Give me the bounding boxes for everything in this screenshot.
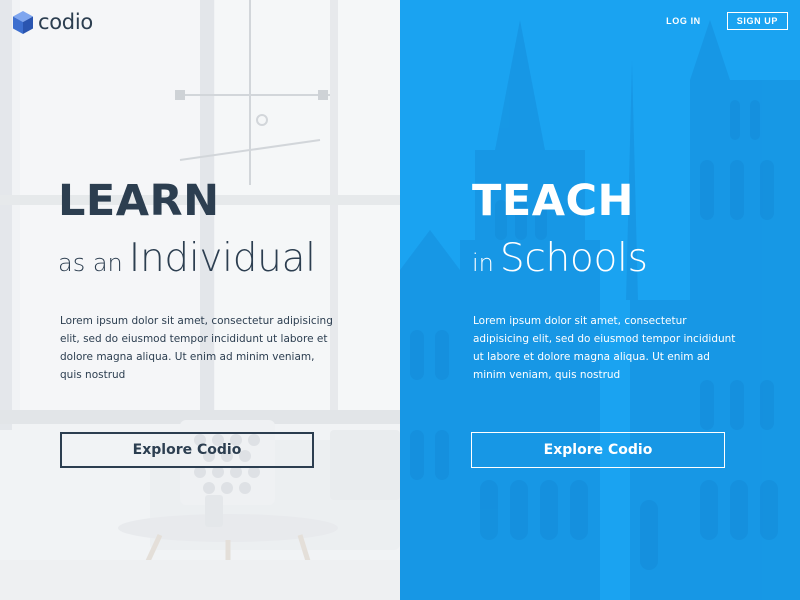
teach-heading: TEACH bbox=[472, 176, 635, 226]
learn-description: Lorem ipsum dolor sit amet, consectetur … bbox=[60, 315, 333, 381]
brand-name: codio bbox=[38, 10, 93, 34]
light-overlay bbox=[0, 0, 400, 600]
learn-subheading: as an Individual bbox=[58, 239, 316, 278]
codio-logo[interactable]: codio bbox=[12, 10, 93, 35]
blue-overlay bbox=[400, 0, 800, 600]
teach-panel: TEACH in Schools Lorem ipsum dolor sit am… bbox=[400, 0, 800, 600]
teach-description: Lorem ipsum dolor sit amet, consectetur … bbox=[473, 315, 736, 381]
learn-panel: LEARN as an Individual Lorem ipsum dolor … bbox=[0, 0, 400, 600]
top-nav: LOG IN SIGN UP bbox=[666, 12, 788, 30]
teach-subheading-main: Schools bbox=[499, 236, 648, 281]
teach-explore-button[interactable]: Explore Codio bbox=[471, 432, 725, 468]
signup-button[interactable]: SIGN UP bbox=[726, 12, 788, 30]
learn-heading: LEARN bbox=[58, 176, 220, 226]
cube-icon bbox=[13, 11, 33, 34]
teach-subheading: in Schools bbox=[472, 239, 648, 278]
teach-subheading-prefix: in bbox=[472, 249, 494, 277]
learn-explore-button[interactable]: Explore Codio bbox=[60, 432, 314, 468]
learn-subheading-prefix: as an bbox=[58, 249, 123, 277]
login-link[interactable]: LOG IN bbox=[666, 16, 701, 26]
learn-subheading-main: Individual bbox=[128, 236, 316, 281]
